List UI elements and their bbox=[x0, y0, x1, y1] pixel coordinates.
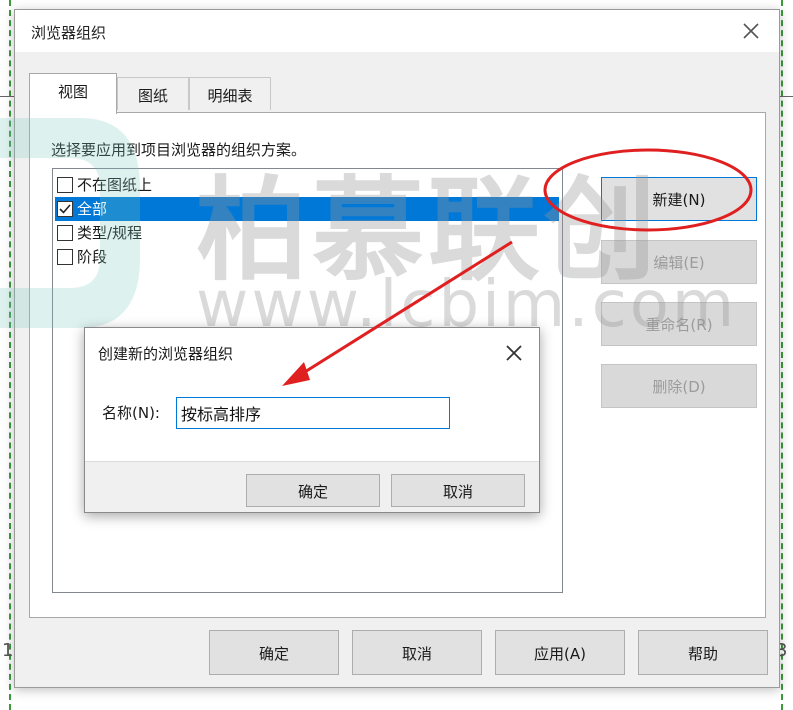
inner-close-button[interactable] bbox=[499, 338, 529, 368]
close-icon bbox=[506, 345, 522, 361]
ok-button[interactable]: 确定 bbox=[209, 630, 339, 675]
inner-title-bar: 创建新的浏览器组织 bbox=[85, 328, 539, 378]
inner-dialog-title: 创建新的浏览器组织 bbox=[98, 345, 234, 363]
background-guide-left bbox=[9, 0, 11, 710]
close-button[interactable] bbox=[733, 14, 769, 48]
help-button[interactable]: 帮助 bbox=[638, 630, 768, 675]
inner-cancel-button[interactable]: 取消 bbox=[391, 474, 525, 507]
delete-button[interactable]: 删除(D) bbox=[601, 364, 757, 408]
inner-ok-button[interactable]: 确定 bbox=[246, 474, 380, 507]
inner-dialog-body: 名称(N): bbox=[85, 378, 539, 462]
name-input[interactable] bbox=[176, 397, 450, 429]
background-line-right bbox=[780, 96, 793, 97]
cancel-button[interactable]: 取消 bbox=[352, 630, 482, 675]
background-guide-right bbox=[781, 0, 783, 710]
name-label: 名称(N): bbox=[102, 404, 160, 422]
tab-views[interactable]: 视图 bbox=[29, 73, 117, 114]
new-organization-dialog: 创建新的浏览器组织 名称(N): 确定 取消 bbox=[84, 327, 540, 513]
close-icon bbox=[743, 23, 759, 39]
tab-schedules[interactable]: 明细表 bbox=[189, 77, 271, 110]
tab-label: 明细表 bbox=[207, 87, 253, 105]
tab-label: 视图 bbox=[57, 83, 88, 101]
tab-sheets[interactable]: 图纸 bbox=[117, 77, 189, 110]
apply-button[interactable]: 应用(A) bbox=[495, 630, 625, 675]
background-edge-glyph-left: 1 bbox=[2, 640, 14, 661]
window-title: 浏览器组织 bbox=[31, 24, 107, 42]
title-bar: 浏览器组织 bbox=[15, 10, 779, 52]
tab-label: 图纸 bbox=[137, 87, 168, 105]
background-line-top bbox=[0, 96, 14, 97]
watermark-logo bbox=[0, 118, 140, 328]
